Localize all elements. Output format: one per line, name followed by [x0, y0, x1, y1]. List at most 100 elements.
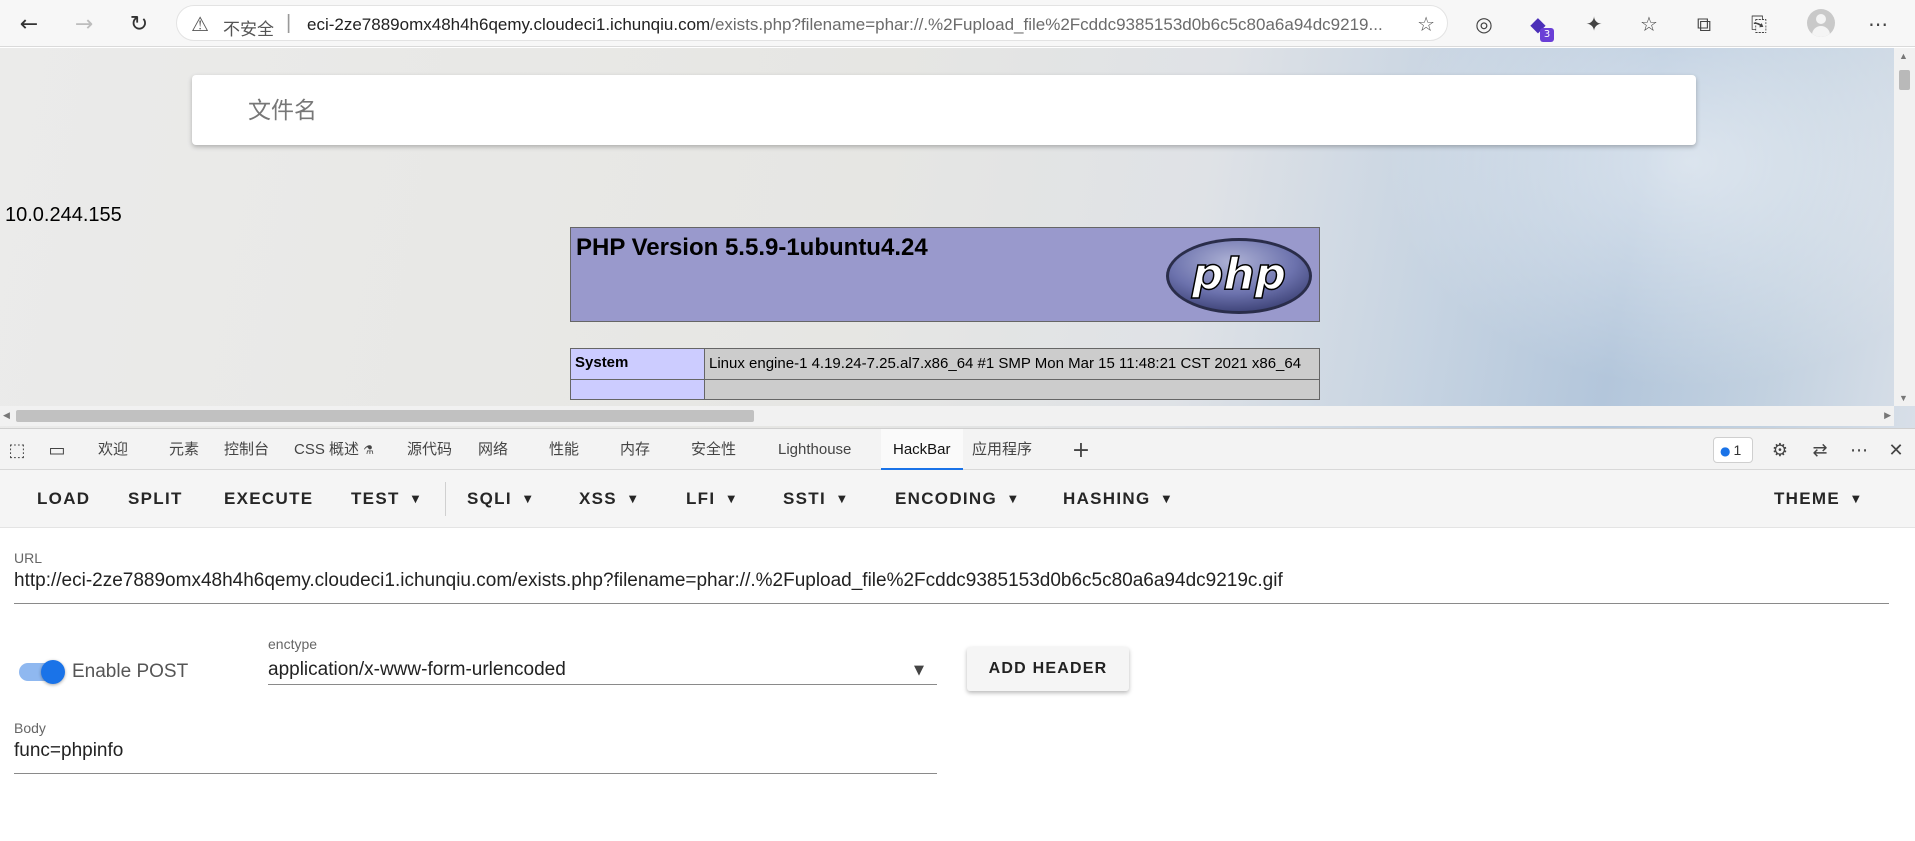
url-input[interactable]: http://eci-2ze7889omx48h4h6qemy.cloudeci… — [14, 570, 1884, 592]
caret-down-icon: ▼ — [838, 494, 847, 505]
load-button[interactable]: LOAD — [37, 470, 90, 528]
url-underline — [14, 603, 1889, 604]
xss-menu-button[interactable]: XSS ▼ — [579, 470, 638, 528]
address-separator: | — [286, 12, 292, 34]
table-row — [570, 379, 1320, 400]
devtools-more-icon[interactable]: ⋯ — [1846, 437, 1872, 463]
filename-input[interactable] — [248, 93, 1548, 127]
scroll-right-icon[interactable]: ▶ — [1884, 410, 1891, 421]
tab-lighthouse[interactable]: Lighthouse — [778, 429, 851, 470]
body-label: Body — [14, 720, 46, 736]
info-key-cut — [570, 379, 705, 400]
tab-memory[interactable]: 内存 — [620, 429, 650, 470]
url-path: /exists.php?filename=phar://.%2Fupload_f… — [710, 15, 1383, 34]
back-arrow-icon[interactable]: ← — [12, 7, 46, 41]
test-menu-label: TEST — [351, 489, 400, 508]
address-bar[interactable]: ⚠ 不安全 | eci-2ze7889omx48h4h6qemy.cloudec… — [176, 5, 1448, 41]
extensions-puzzle-icon[interactable]: ✦ — [1578, 8, 1610, 40]
collections-icon[interactable]: ⧉ — [1688, 8, 1720, 40]
connect-devices-icon[interactable]: ⇄ — [1807, 437, 1833, 463]
forward-arrow-icon[interactable]: → — [67, 7, 101, 41]
php-logo-icon: php — [1166, 238, 1312, 314]
theme-menu-label: THEME — [1774, 489, 1840, 508]
address-url[interactable]: eci-2ze7889omx48h4h6qemy.cloudeci1.ichun… — [307, 15, 1387, 35]
close-devtools-icon[interactable]: ✕ — [1883, 437, 1909, 463]
scroll-down-icon[interactable]: ▼ — [1899, 393, 1908, 403]
share-icon[interactable]: ⎘ — [1743, 8, 1775, 40]
php-logo-text: php — [1191, 249, 1286, 300]
phpinfo-table: System Linux engine-1 4.19.24-7.25.al7.x… — [570, 348, 1320, 400]
record-icon[interactable]: ◎ — [1468, 8, 1500, 40]
caret-down-icon: ▼ — [523, 494, 533, 505]
inspect-element-icon[interactable]: ⬚ — [4, 437, 30, 463]
phpinfo-header: PHP Version 5.5.9-1ubuntu4.24 php — [570, 227, 1320, 322]
devtools-tabbar: ⬚ ▭ 欢迎 元素 控制台 CSS 概述 ⚗ 源代码 网络 性能 内存 安全性 … — [0, 428, 1915, 470]
scroll-up-icon[interactable]: ▲ — [1899, 51, 1908, 61]
filename-search-card — [192, 75, 1696, 145]
toggle-knob[interactable] — [41, 660, 65, 684]
tab-sources[interactable]: 源代码 — [407, 429, 452, 470]
tab-elements[interactable]: 元素 — [169, 429, 199, 470]
tab-application[interactable]: 应用程序 — [972, 429, 1032, 470]
issues-count: 1 — [1733, 442, 1742, 458]
tab-welcome[interactable]: 欢迎 — [98, 429, 128, 470]
lfi-menu-button[interactable]: LFI ▼ — [686, 470, 736, 528]
sqli-menu-button[interactable]: SQLI ▼ — [467, 470, 533, 528]
tab-network[interactable]: 网络 — [478, 429, 508, 470]
ip-address: 10.0.244.155 — [5, 204, 122, 226]
tab-css-overview[interactable]: CSS 概述 ⚗ — [294, 429, 374, 470]
hackbar-menu: LOAD SPLIT EXECUTE TEST ▼ SQLI ▼ XSS ▼ LFI ▼… — [0, 470, 1915, 528]
scroll-left-icon[interactable]: ◀ — [3, 410, 10, 421]
browser-toolbar: ← → ↻ ⚠ 不安全 | eci-2ze7889omx48h4h6qemy.c… — [0, 0, 1915, 47]
tab-hackbar[interactable]: HackBar — [881, 429, 963, 470]
table-row: System Linux engine-1 4.19.24-7.25.al7.x… — [570, 348, 1320, 380]
body-underline — [14, 773, 937, 774]
encoding-menu-button[interactable]: ENCODING ▼ — [895, 470, 1018, 528]
add-favorite-icon[interactable]: ☆ — [1417, 12, 1435, 36]
horizontal-scrollbar[interactable]: ◀ ▶ — [0, 406, 1894, 426]
sqli-menu-label: SQLI — [467, 489, 512, 508]
tab-console[interactable]: 控制台 — [224, 429, 269, 470]
execute-button[interactable]: EXECUTE — [224, 470, 313, 528]
more-options-icon[interactable]: ⋯ — [1862, 8, 1894, 40]
caret-down-icon: ▼ — [411, 494, 421, 505]
tab-css-overview-label: CSS 概述 — [294, 441, 360, 458]
enctype-select[interactable]: application/x-www-form-urlencoded — [268, 659, 566, 681]
add-header-button[interactable]: ADD HEADER — [967, 647, 1129, 691]
enable-post-label[interactable]: Enable POST — [72, 661, 188, 683]
hashing-menu-label: HASHING — [1063, 489, 1151, 508]
favorites-star-icon[interactable]: ☆ — [1633, 8, 1665, 40]
horizontal-scroll-thumb[interactable] — [16, 410, 754, 422]
tab-security[interactable]: 安全性 — [691, 429, 736, 470]
page-viewport: 10.0.244.155 PHP Version 5.5.9-1ubuntu4.… — [0, 48, 1915, 428]
vertical-scroll-thumb[interactable] — [1899, 70, 1910, 90]
enable-post-toggle[interactable] — [19, 660, 65, 684]
security-label[interactable]: 不安全 — [223, 15, 274, 40]
extension-badge-icon[interactable]: ◆ 3 — [1522, 8, 1554, 42]
test-menu-button[interactable]: TEST ▼ — [351, 470, 421, 528]
vertical-scrollbar[interactable]: ▲ ▼ — [1894, 48, 1915, 406]
ssti-menu-button[interactable]: SSTI ▼ — [783, 470, 847, 528]
device-emulation-icon[interactable]: ▭ — [44, 437, 70, 463]
caret-down-icon: ▼ — [628, 494, 638, 505]
profile-avatar[interactable] — [1807, 9, 1835, 37]
hackbar-panel: URL http://eci-2ze7889omx48h4h6qemy.clou… — [0, 528, 1915, 841]
warning-icon[interactable]: ⚠ — [191, 12, 209, 36]
php-version-title: PHP Version 5.5.9-1ubuntu4.24 — [576, 234, 928, 261]
url-label: URL — [14, 550, 43, 566]
add-tab-icon[interactable]: + — [1068, 437, 1094, 463]
issues-badge[interactable]: ● 1 — [1713, 437, 1753, 463]
theme-menu-button[interactable]: THEME ▼ — [1774, 470, 1861, 528]
settings-gear-icon[interactable]: ⚙ — [1767, 437, 1793, 463]
hashing-menu-button[interactable]: HASHING ▼ — [1063, 470, 1172, 528]
tab-performance[interactable]: 性能 — [549, 429, 579, 470]
info-key: System — [570, 348, 705, 380]
info-value: Linux engine-1 4.19.24-7.25.al7.x86_64 #… — [704, 348, 1320, 380]
refresh-icon[interactable]: ↻ — [122, 7, 156, 41]
menu-divider — [445, 482, 446, 516]
split-button[interactable]: SPLIT — [128, 470, 183, 528]
body-input[interactable]: func=phpinfo — [14, 740, 123, 762]
url-host: eci-2ze7889omx48h4h6qemy.cloudeci1.ichun… — [307, 15, 711, 34]
message-icon: ● — [1720, 444, 1731, 458]
dropdown-caret-icon[interactable]: ▼ — [914, 663, 924, 678]
